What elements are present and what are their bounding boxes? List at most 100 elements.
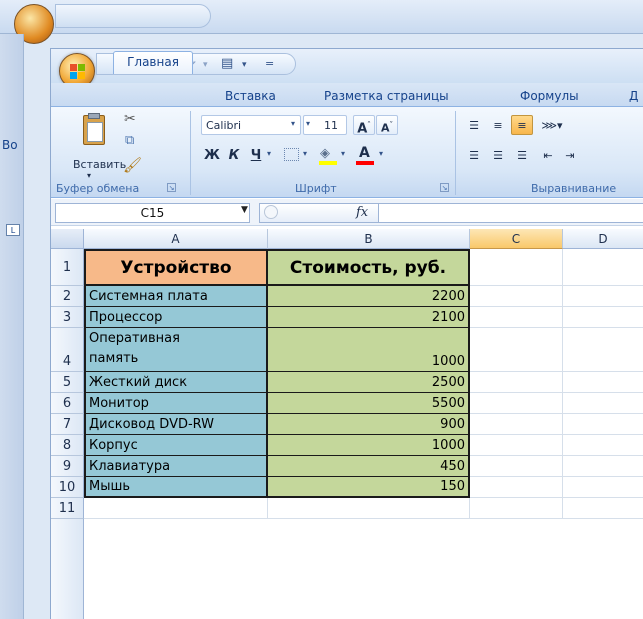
price-cell[interactable]: 2500 [268, 372, 470, 393]
italic-button[interactable]: К [223, 145, 245, 165]
device-cell[interactable]: Жесткий диск [84, 372, 268, 393]
empty-cell[interactable] [470, 249, 563, 286]
empty-cell[interactable] [563, 249, 643, 286]
empty-cell[interactable] [470, 498, 563, 519]
device-cell[interactable]: Дисковод DVD-RW [84, 414, 268, 435]
format-painter-icon[interactable]: 🖌 [123, 156, 142, 174]
outer-quick-access-toolbar[interactable] [55, 4, 211, 28]
align-bottom-icon[interactable]: ≡ [511, 115, 533, 135]
empty-cell[interactable] [470, 393, 563, 414]
font-size-dropdown-icon[interactable]: ▾ [306, 119, 310, 128]
print-preview-icon[interactable]: ▤ [221, 56, 233, 71]
empty-cell[interactable] [470, 286, 563, 307]
empty-cell[interactable] [470, 435, 563, 456]
tab-formulas[interactable]: Формулы [520, 89, 579, 103]
redo-dropdown-icon[interactable]: ▾ [203, 60, 208, 70]
row-header[interactable]: 5 [51, 372, 84, 393]
align-center-icon[interactable]: ☰ [487, 145, 509, 165]
price-cell[interactable]: 2100 [268, 307, 470, 328]
paste-icon[interactable] [81, 113, 107, 147]
column-header-b[interactable]: B [268, 229, 470, 249]
paste-dropdown-icon[interactable]: ▾ [87, 171, 91, 180]
name-box[interactable]: C15 [55, 203, 250, 223]
formula-input[interactable] [379, 203, 643, 223]
font-name-select[interactable]: Calibri [201, 115, 301, 135]
table-header-device[interactable]: Устройство [84, 249, 268, 286]
cancel-entry-icon[interactable] [264, 205, 278, 219]
align-right-icon[interactable]: ☰ [511, 145, 533, 165]
empty-cell[interactable] [470, 456, 563, 477]
tab-home-frame[interactable]: Главная [113, 51, 193, 74]
tab-insert[interactable]: Вставка [225, 89, 276, 103]
empty-cell[interactable] [563, 456, 643, 477]
font-launcher-icon[interactable]: ↘ [440, 183, 449, 192]
row-header[interactable]: 1 [51, 249, 84, 286]
row-header[interactable]: 11 [51, 498, 84, 519]
worksheet-grid[interactable]: A B C D 1 Устройство Стоимость, руб. 2 С… [51, 229, 643, 619]
empty-cell[interactable] [563, 498, 643, 519]
empty-cell[interactable] [563, 414, 643, 435]
empty-cell[interactable] [563, 328, 643, 372]
device-cell[interactable]: Процессор [84, 307, 268, 328]
font-color-button[interactable]: A [354, 145, 376, 165]
tab-home[interactable]: Главная [127, 55, 179, 69]
row-header-partial[interactable] [51, 519, 84, 619]
device-cell[interactable]: Мышь [84, 477, 268, 498]
row-header[interactable]: 9 [51, 456, 84, 477]
empty-cell[interactable] [84, 498, 268, 519]
row-header[interactable]: 6 [51, 393, 84, 414]
price-cell[interactable]: 1000 [268, 435, 470, 456]
empty-cell[interactable] [563, 307, 643, 328]
price-cell[interactable]: 900 [268, 414, 470, 435]
row-header[interactable]: 4 [51, 328, 84, 372]
empty-cell[interactable] [563, 435, 643, 456]
clipboard-launcher-icon[interactable]: ↘ [167, 183, 176, 192]
cut-icon[interactable]: ✂ [124, 111, 136, 127]
orientation-icon[interactable]: ⋙▾ [537, 115, 567, 135]
select-all-corner[interactable] [51, 229, 84, 249]
tab-data-partial[interactable]: Д [629, 89, 638, 103]
copy-icon[interactable]: ⧉ [125, 133, 134, 148]
device-cell[interactable]: Корпус [84, 435, 268, 456]
print-dropdown-icon[interactable]: ▾ [242, 60, 247, 70]
empty-cell[interactable] [470, 372, 563, 393]
empty-cell[interactable] [268, 498, 470, 519]
price-cell[interactable]: 2200 [268, 286, 470, 307]
underline-button[interactable]: Ч [245, 145, 267, 165]
tab-page-layout[interactable]: Разметка страницы [324, 89, 449, 103]
borders-icon[interactable] [284, 148, 299, 161]
align-middle-icon[interactable]: ≡ [487, 115, 509, 135]
row-header[interactable]: 2 [51, 286, 84, 307]
empty-cell[interactable] [470, 477, 563, 498]
empty-cell[interactable] [563, 477, 643, 498]
row-header[interactable]: 10 [51, 477, 84, 498]
underline-dropdown-icon[interactable]: ▾ [267, 149, 271, 158]
insert-function-button[interactable]: fx [356, 205, 368, 220]
font-name-dropdown-icon[interactable]: ▾ [291, 119, 295, 128]
bold-button[interactable]: Ж [201, 145, 223, 165]
align-top-icon[interactable]: ☰ [463, 115, 485, 135]
empty-cell[interactable] [470, 414, 563, 435]
decrease-indent-icon[interactable]: ⇤ [537, 145, 559, 165]
align-left-icon[interactable]: ☰ [463, 145, 485, 165]
device-cell[interactable]: Системная плата [84, 286, 268, 307]
empty-cell[interactable] [470, 328, 563, 372]
grow-font-button[interactable]: Aˆ [353, 115, 375, 136]
increase-indent-icon[interactable]: ⇥ [559, 145, 581, 165]
price-cell[interactable]: 450 [268, 456, 470, 477]
borders-dropdown-icon[interactable]: ▾ [303, 149, 307, 158]
device-cell[interactable]: Клавиатура [84, 456, 268, 477]
font-color-dropdown-icon[interactable]: ▾ [379, 149, 383, 158]
empty-cell[interactable] [563, 372, 643, 393]
price-cell[interactable]: 5500 [268, 393, 470, 414]
fill-color-dropdown-icon[interactable]: ▾ [341, 149, 345, 158]
empty-cell[interactable] [563, 286, 643, 307]
row-header[interactable]: 8 [51, 435, 84, 456]
device-cell[interactable]: Монитор [84, 393, 268, 414]
customize-qat-icon[interactable]: = [265, 57, 274, 70]
row-header[interactable]: 3 [51, 307, 84, 328]
fill-color-button[interactable]: ◈ [317, 145, 339, 165]
empty-cell[interactable] [563, 393, 643, 414]
price-cell[interactable]: 150 [268, 477, 470, 498]
device-cell[interactable]: Оперативная память [84, 328, 268, 372]
